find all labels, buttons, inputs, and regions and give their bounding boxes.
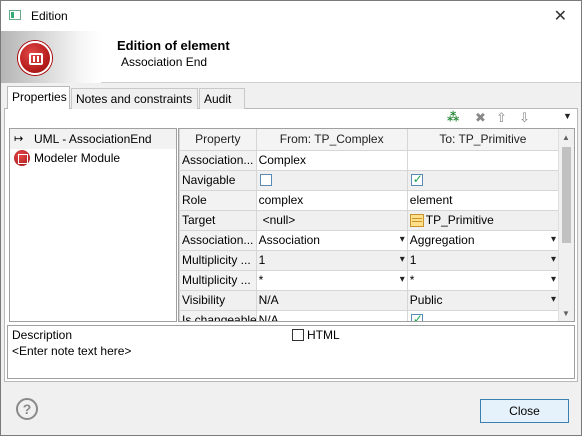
- table-row: Association... Complex: [179, 149, 560, 171]
- add-element-icon[interactable]: ⁂: [447, 110, 459, 124]
- menu-dropdown-icon[interactable]: ▼: [563, 111, 572, 121]
- association-arrow-icon: ↦: [14, 133, 24, 145]
- to-value-dropdown[interactable]: Aggregation: [406, 229, 560, 251]
- banner-image: [1, 31, 101, 83]
- from-value: [255, 169, 408, 191]
- close-icon[interactable]: ✕: [554, 6, 567, 26]
- table-row: Multiplicity ... * *: [179, 269, 560, 291]
- html-checkbox[interactable]: [292, 329, 304, 341]
- table-row: Role complex element: [179, 189, 560, 211]
- description-panel: Description HTML: [7, 325, 575, 379]
- property-key: Is changeable: [179, 309, 257, 321]
- html-label: HTML: [307, 328, 340, 342]
- from-value[interactable]: N/A: [255, 289, 408, 311]
- description-label: Description: [12, 328, 73, 342]
- element-tree: ↦ UML - AssociationEnd Modeler Module: [9, 128, 177, 322]
- tree-item-label: UML - AssociationEnd: [34, 132, 152, 146]
- class-icon: [409, 214, 424, 227]
- property-key: Multiplicity ...: [179, 269, 257, 291]
- target-from-value: <null>: [262, 213, 296, 227]
- move-down-icon[interactable]: ⇩: [519, 110, 530, 126]
- header-banner: Edition of element Association End: [1, 31, 581, 83]
- window-title: Edition: [31, 9, 68, 23]
- from-value-dropdown[interactable]: Association: [255, 229, 408, 251]
- description-input[interactable]: [12, 344, 552, 374]
- property-key: Visibility: [179, 289, 257, 311]
- modelio-logo-icon: [18, 41, 52, 75]
- header-title: Edition of element: [117, 38, 230, 53]
- property-key: Target: [179, 209, 257, 231]
- property-key: Association...: [179, 229, 257, 251]
- column-header-to[interactable]: To: TP_Primitive: [406, 129, 560, 151]
- changeable-to-checkbox[interactable]: [410, 312, 423, 321]
- from-value[interactable]: <null>: [255, 209, 408, 231]
- to-value[interactable]: TP_Primitive: [406, 209, 560, 231]
- table-row: Visibility N/A Public: [179, 289, 560, 311]
- properties-grid: Property From: TP_Complex To: TP_Primiti…: [178, 128, 575, 322]
- tree-item-modeler-module[interactable]: Modeler Module: [10, 148, 176, 168]
- close-button[interactable]: Close: [480, 399, 569, 423]
- from-value-dropdown[interactable]: *: [255, 269, 408, 291]
- to-value-dropdown[interactable]: 1: [406, 249, 560, 271]
- property-key: Role: [179, 189, 257, 211]
- table-row: Association... Association Aggregation: [179, 229, 560, 251]
- navigable-from-checkbox[interactable]: [259, 174, 272, 186]
- app-icon: [9, 10, 21, 20]
- scrollbar-thumb[interactable]: [562, 147, 571, 243]
- tab-notes-and-constraints[interactable]: Notes and constraints: [71, 88, 198, 109]
- delete-icon[interactable]: ✖: [475, 110, 486, 126]
- to-value-dropdown[interactable]: *: [406, 269, 560, 291]
- scroll-up-icon[interactable]: ▲: [562, 133, 570, 142]
- header-subtitle: Association End: [121, 55, 208, 69]
- tree-item-uml-associationend[interactable]: ↦ UML - AssociationEnd: [10, 129, 176, 149]
- to-value[interactable]: element: [406, 189, 560, 211]
- to-value: [406, 309, 560, 321]
- modeler-module-icon: [14, 150, 30, 166]
- tab-audit[interactable]: Audit: [199, 88, 245, 109]
- from-value[interactable]: N/A: [255, 309, 408, 321]
- target-to-value: TP_Primitive: [425, 213, 494, 227]
- from-value[interactable]: complex: [255, 189, 408, 211]
- move-up-icon[interactable]: ⇧: [496, 110, 507, 126]
- tab-properties[interactable]: Properties: [7, 86, 70, 109]
- property-key: Association...: [179, 149, 257, 171]
- html-option[interactable]: HTML: [292, 328, 340, 342]
- table-row: Target <null> TP_Primitive: [179, 209, 560, 231]
- tree-item-label: Modeler Module: [34, 151, 121, 165]
- scroll-down-icon[interactable]: ▼: [562, 309, 570, 318]
- navigable-to-checkbox[interactable]: [410, 172, 423, 186]
- help-icon[interactable]: ?: [16, 398, 38, 420]
- to-value[interactable]: [406, 149, 560, 171]
- title-bar: Edition ✕: [1, 1, 581, 31]
- from-value[interactable]: Complex: [255, 149, 408, 171]
- edition-dialog: Edition ✕ Edition of element Association…: [0, 0, 582, 436]
- column-header-from[interactable]: From: TP_Complex: [255, 129, 408, 151]
- table-row: Is changeable N/A: [179, 309, 560, 321]
- table-row: Navigable: [179, 169, 560, 191]
- table-row: Multiplicity ... 1 1: [179, 249, 560, 271]
- property-key: Navigable: [179, 169, 257, 191]
- to-value-dropdown[interactable]: Public: [406, 289, 560, 311]
- vertical-scrollbar[interactable]: ▲ ▼: [558, 129, 574, 321]
- column-header-property[interactable]: Property: [179, 129, 257, 151]
- from-value-dropdown[interactable]: 1: [255, 249, 408, 271]
- to-value: [406, 169, 560, 191]
- property-key: Multiplicity ...: [179, 249, 257, 271]
